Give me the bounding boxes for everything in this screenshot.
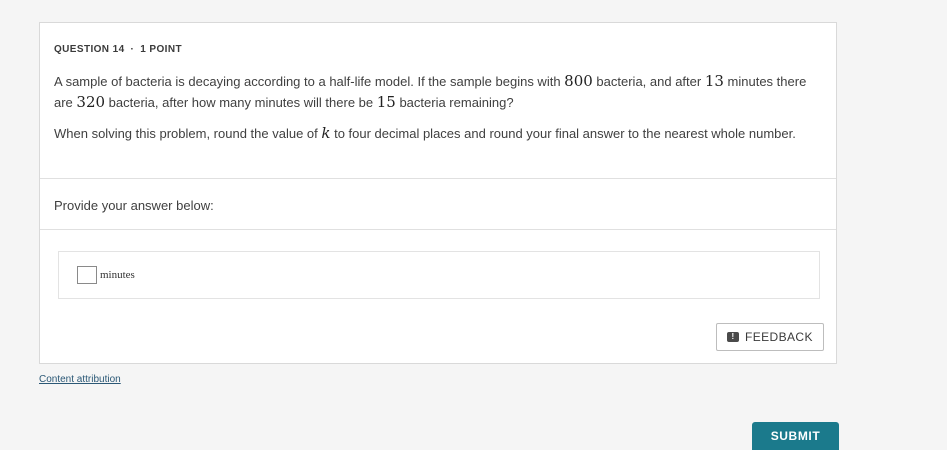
instruction-segment: to four decimal places and round your fi… [330, 126, 796, 141]
question-text-segment: bacteria remaining? [395, 95, 514, 110]
divider [40, 178, 836, 179]
feedback-button[interactable]: ! FEEDBACK [716, 323, 824, 351]
target-amount: 15 [376, 93, 396, 111]
submit-button[interactable]: SUBMIT [752, 422, 839, 450]
question-text-segment: A sample of bacteria is decaying accordi… [54, 74, 565, 89]
question-text: A sample of bacteria is decaying accordi… [54, 71, 824, 113]
question-header: QUESTION 14 · 1 POINT [54, 44, 182, 55]
instruction-segment: When solving this problem, round the val… [54, 126, 322, 141]
later-amount: 320 [76, 93, 106, 111]
question-card: QUESTION 14 · 1 POINT A sample of bacter… [39, 22, 837, 364]
question-points: 1 POINT [140, 44, 182, 55]
answer-area: minutes [58, 251, 820, 299]
question-text-segment: bacteria, after how many minutes will th… [105, 95, 377, 110]
feedback-label: FEEDBACK [745, 330, 813, 344]
question-instruction: When solving this problem, round the val… [54, 123, 824, 144]
question-body: A sample of bacteria is decaying accordi… [54, 71, 824, 144]
initial-amount: 800 [564, 72, 593, 90]
answer-prompt: Provide your answer below: [54, 198, 214, 213]
feedback-icon: ! [727, 332, 739, 342]
divider [40, 229, 836, 230]
question-number: QUESTION 14 [54, 44, 125, 55]
unit-label: minutes [100, 269, 135, 281]
question-text-segment: bacteria, and after [592, 74, 705, 89]
answer-input[interactable] [77, 266, 97, 284]
content-attribution-link[interactable]: Content attribution [39, 374, 121, 385]
elapsed-time: 13 [704, 72, 724, 90]
header-separator: · [130, 44, 135, 55]
